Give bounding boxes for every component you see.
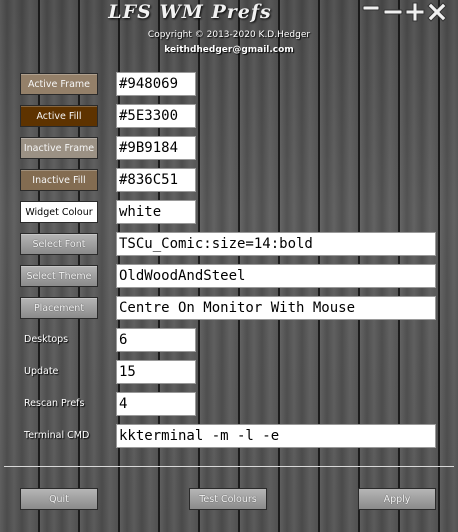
font-field[interactable]: TSCu_Comic:size=14:bold: [116, 232, 436, 256]
update-label: Update: [24, 366, 59, 377]
apply-button[interactable]: Apply: [358, 488, 436, 510]
terminal-cmd-field[interactable]: kkterminal -m -l -e: [116, 424, 436, 448]
window-controls: [360, 1, 448, 23]
select-font-button[interactable]: Select Font: [20, 233, 98, 255]
active-fill-field[interactable]: #5E3300: [116, 104, 196, 128]
minimize-icon[interactable]: [360, 1, 382, 23]
active-frame-field[interactable]: #948069: [116, 72, 196, 96]
inactive-fill-button[interactable]: Inactive Fill: [20, 169, 98, 191]
window-title: LFS WM Prefs: [108, 1, 272, 23]
divider: [4, 466, 454, 467]
test-colours-button[interactable]: Test Colours: [189, 488, 267, 510]
copyright-text: Copyright © 2013-2020 K.D.Hedger: [147, 30, 311, 40]
quit-button[interactable]: Quit: [20, 488, 98, 510]
widget-colour-button[interactable]: Widget Colour: [20, 201, 98, 223]
inactive-fill-field[interactable]: #836C51: [116, 168, 196, 192]
close-icon[interactable]: [426, 1, 448, 23]
inactive-frame-field[interactable]: #9B9184: [116, 136, 196, 160]
placement-field[interactable]: Centre On Monitor With Mouse: [116, 296, 436, 320]
maximize-icon[interactable]: [404, 1, 426, 23]
rescan-prefs-label: Rescan Prefs: [24, 398, 85, 409]
desktops-field[interactable]: 6: [116, 328, 196, 352]
desktops-label: Desktops: [24, 334, 69, 345]
title-bar[interactable]: LFS WM Prefs: [0, 0, 458, 28]
active-fill-button[interactable]: Active Fill: [20, 105, 98, 127]
inactive-frame-button[interactable]: Inactive Frame: [20, 137, 98, 159]
widget-colour-field[interactable]: white: [116, 200, 196, 224]
shade-icon[interactable]: [382, 1, 404, 23]
theme-field[interactable]: OldWoodAndSteel: [116, 264, 436, 288]
active-frame-button[interactable]: Active Frame: [20, 73, 98, 95]
select-theme-button[interactable]: Select Theme: [20, 265, 98, 287]
author-email: keithdhedger@gmail.com: [164, 45, 294, 55]
terminal-cmd-label: Terminal CMD: [24, 430, 90, 441]
update-field[interactable]: 15: [116, 360, 196, 384]
rescan-prefs-field[interactable]: 4: [116, 392, 196, 416]
placement-button[interactable]: Placement: [20, 297, 98, 319]
